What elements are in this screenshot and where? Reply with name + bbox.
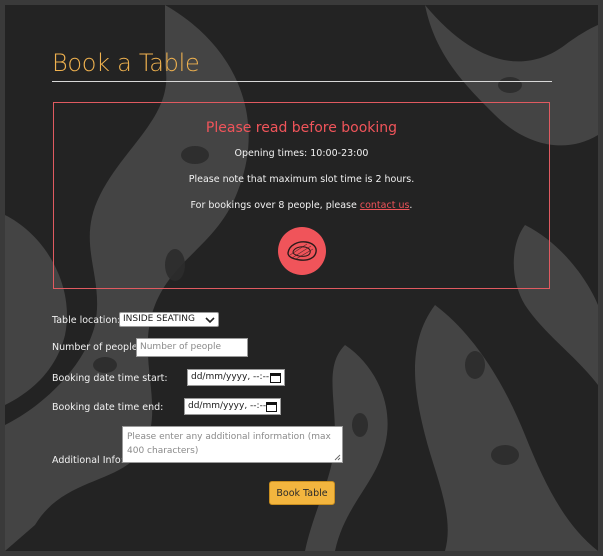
end-label: Booking date time end: [52, 402, 164, 413]
table-location-row: Table location: [52, 315, 120, 326]
end-datetime-input[interactable]: dd/mm/yyyy, --:-- [184, 398, 281, 415]
people-label: Number of people: [52, 342, 141, 353]
calendar-icon [266, 402, 277, 412]
additional-info-textarea[interactable]: Please enter any additional information … [122, 426, 343, 463]
table-location-value: INSIDE SEATING [123, 314, 195, 324]
additional-placeholder: Please enter any additional information … [127, 432, 331, 456]
contact-us-link[interactable]: contact us [360, 200, 410, 211]
large-booking-suffix: . [409, 200, 413, 211]
chevron-down-icon [205, 317, 215, 324]
end-value: dd/mm/yyyy, --:-- [188, 401, 267, 411]
additional-label: Additional Info: [52, 455, 124, 466]
resize-grip-icon[interactable] [334, 454, 341, 461]
slot-note: Please note that maximum slot time is 2 … [188, 174, 415, 185]
page-title: Book a Table [52, 49, 200, 77]
end-row: Booking date time end: [52, 402, 163, 413]
table-location-select[interactable]: INSIDE SEATING [119, 312, 219, 327]
large-booking-note: For bookings over 8 people, please conta… [54, 200, 549, 211]
start-value: dd/mm/yyyy, --:-- [191, 372, 270, 382]
notice-heading: Please read before booking [205, 120, 398, 136]
calendar-icon [270, 373, 281, 383]
people-placeholder: Number of people [140, 342, 222, 352]
start-datetime-input[interactable]: dd/mm/yyyy, --:-- [187, 369, 285, 386]
title-divider [52, 81, 552, 82]
table-location-label: Table location: [52, 315, 121, 326]
start-label: Booking date time start: [52, 373, 168, 384]
people-row: Number of people: [52, 342, 141, 353]
opening-times: Opening times: 10:00-23:00 [234, 148, 369, 159]
start-row: Booking date time start: [52, 373, 168, 384]
booking-panel: Book a Table Please read before booking … [5, 5, 598, 551]
book-table-button[interactable]: Book Table [269, 481, 335, 505]
steak-icon [278, 227, 326, 275]
large-booking-prefix: For bookings over 8 people, please [190, 200, 360, 211]
people-input[interactable]: Number of people [136, 338, 248, 357]
additional-row: Additional Info: [52, 455, 124, 466]
booking-notice: Please read before booking Opening times… [53, 102, 550, 289]
